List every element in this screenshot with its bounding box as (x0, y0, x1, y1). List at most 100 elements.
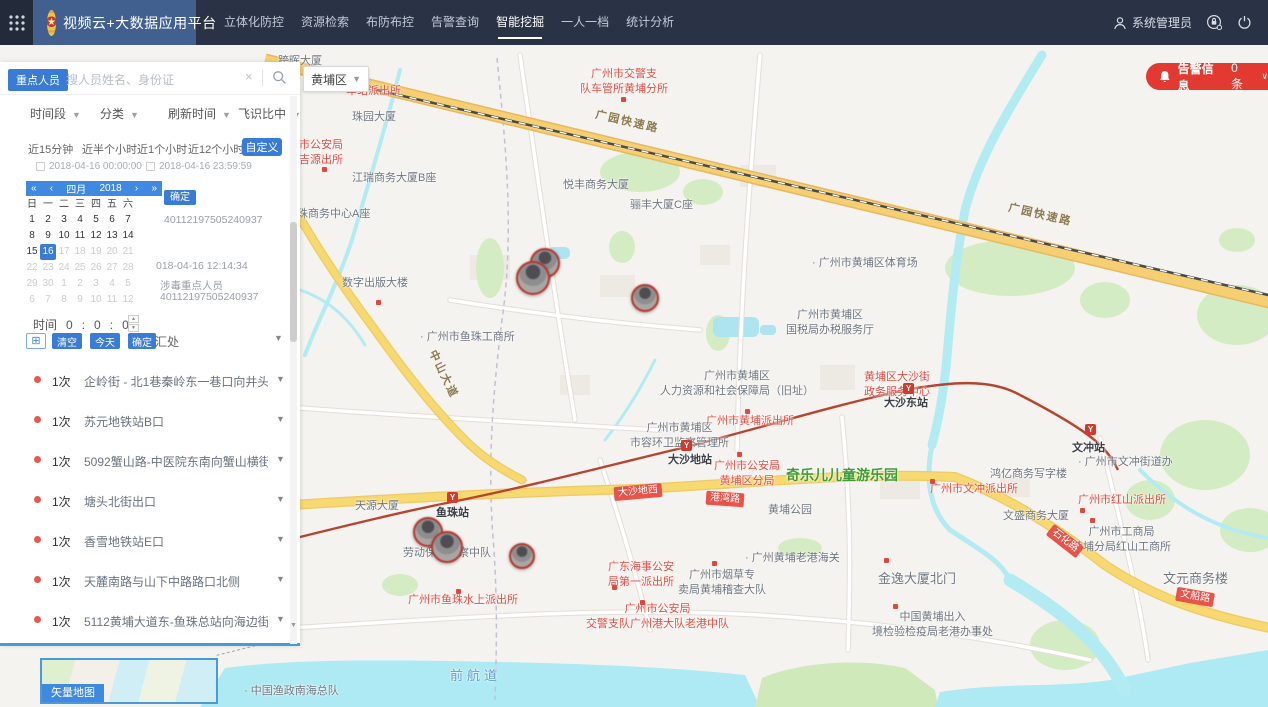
quick-range-0[interactable]: 近15分钟 (28, 141, 73, 157)
next-month-icon[interactable]: › (135, 183, 138, 194)
user-menu[interactable]: 系统管理员 (1113, 14, 1192, 31)
quick-range-1[interactable]: 近半个小时 (82, 141, 137, 157)
step-down-icon[interactable]: ▼ (128, 324, 139, 332)
list-item[interactable]: 1次塘头北街出口▼ (0, 480, 288, 520)
scrollbar-arrow-icon[interactable]: ▼ (290, 622, 297, 629)
apps-grid-icon[interactable] (0, 0, 33, 45)
calendar-day[interactable]: 16 (40, 244, 56, 260)
nav-item-一人一档[interactable]: 一人一档 (561, 0, 609, 45)
list-item[interactable]: 1次香雪地铁站E口▼ (0, 520, 288, 560)
clear-icon[interactable]: × (245, 69, 253, 84)
calendar-day[interactable]: 15 (24, 244, 40, 260)
nav-item-布防布控[interactable]: 布防布控 (366, 0, 414, 45)
power-icon[interactable] (1237, 15, 1252, 30)
chevron-down-icon[interactable]: ▼ (276, 614, 285, 624)
calendar-day[interactable]: 7 (120, 212, 136, 228)
calendar-day[interactable]: 11 (104, 292, 120, 308)
chevron-down-icon[interactable]: ▼ (274, 333, 283, 343)
calendar-day[interactable]: 6 (104, 212, 120, 228)
search-input[interactable]: 搜人员姓名、身份证 (66, 71, 174, 88)
calendar-day[interactable]: 4 (72, 212, 88, 228)
clear-button[interactable]: 清空 (52, 333, 82, 349)
custom-range-button[interactable]: 自定义 (242, 138, 282, 156)
calendar-day[interactable]: 26 (88, 260, 104, 276)
calendar-day[interactable]: 22 (24, 260, 40, 276)
calendar-day[interactable]: 1 (24, 212, 40, 228)
search-icon[interactable] (272, 70, 287, 85)
chevron-down-icon[interactable]: ▼ (276, 454, 285, 464)
calendar-day[interactable]: 8 (24, 228, 40, 244)
calendar-day[interactable]: 17 (56, 244, 72, 260)
alarm-info-pill[interactable]: 告警信息 0 条 ∨ (1146, 63, 1268, 90)
calendar-day[interactable]: 4 (104, 276, 120, 292)
lock-settings-icon[interactable] (1206, 14, 1223, 31)
calendar-day[interactable]: 29 (24, 276, 40, 292)
confirm-button[interactable]: 确定 (128, 333, 156, 349)
list-item[interactable]: 1次天麓南路与山下中路路口北侧▼ (0, 560, 288, 600)
calendar-day[interactable]: 30 (40, 276, 56, 292)
step-up-icon[interactable]: ▲ (128, 315, 139, 323)
time-minutes[interactable]: 0 (94, 318, 101, 332)
calendar-day[interactable]: 12 (88, 228, 104, 244)
today-button[interactable]: 今天 (90, 333, 120, 349)
calendar-day[interactable]: 9 (40, 228, 56, 244)
list-item[interactable]: 1次苏元地铁站B口▼ (0, 400, 288, 440)
calendar-day[interactable]: 21 (120, 244, 136, 260)
calendar-day[interactable]: 6 (24, 292, 40, 308)
person-capture-marker[interactable] (631, 284, 659, 312)
calendar-day[interactable]: 8 (56, 292, 72, 308)
calendar-day[interactable]: 2 (72, 276, 88, 292)
calendar-day[interactable]: 20 (104, 244, 120, 260)
calendar-day[interactable]: 12 (120, 292, 136, 308)
nav-item-资源检索[interactable]: 资源检索 (301, 0, 349, 45)
scrollbar-track[interactable] (290, 96, 297, 644)
date-from[interactable]: 2018-04-16 00:00:00 (36, 161, 142, 172)
calendar-day[interactable]: 11 (72, 228, 88, 244)
nav-item-统计分析[interactable]: 统计分析 (626, 0, 674, 45)
minimap[interactable]: 矢量地图 (40, 658, 218, 704)
calendar-day[interactable]: 9 (72, 292, 88, 308)
calendar-day[interactable]: 10 (88, 292, 104, 308)
filter-时间段[interactable]: 时间段▼ (30, 105, 81, 122)
key-person-tag[interactable]: 重点人员 (8, 69, 68, 91)
calendar-day[interactable]: 25 (72, 260, 88, 276)
calendar-day[interactable]: 5 (88, 212, 104, 228)
calendar-day[interactable]: 19 (88, 244, 104, 260)
calendar-day[interactable]: 27 (104, 260, 120, 276)
calendar-day[interactable]: 13 (104, 228, 120, 244)
filter-分类[interactable]: 分类▼ (100, 105, 139, 122)
nav-item-智能挖掘[interactable]: 智能挖掘 (496, 0, 544, 45)
quick-range-3[interactable]: 近12个小时 (188, 141, 244, 157)
time-hours[interactable]: 0 (66, 318, 73, 332)
quick-range-2[interactable]: 近1个小时 (137, 141, 187, 157)
calendar-day[interactable]: 5 (120, 276, 136, 292)
chevron-down-icon[interactable]: ▼ (276, 574, 285, 584)
calendar-day[interactable]: 14 (120, 228, 136, 244)
prev-year-icon[interactable]: « (31, 183, 37, 194)
list-item[interactable]: 1次5092蟹山路-中医院东南向蟹山横街▼ (0, 440, 288, 480)
calendar-day[interactable]: 3 (56, 212, 72, 228)
filter-刷新时间[interactable]: 刷新时间▼ (168, 105, 231, 122)
calendar-day[interactable]: 10 (56, 228, 72, 244)
chevron-down-icon[interactable]: ▼ (276, 414, 285, 424)
person-capture-marker[interactable] (431, 531, 463, 563)
next-year-icon[interactable]: » (151, 183, 157, 194)
nav-item-立体化防控[interactable]: 立体化防控 (224, 0, 284, 45)
calendar-day[interactable]: 2 (40, 212, 56, 228)
district-dropdown[interactable]: 黄埔区 ▼ (303, 66, 369, 92)
calendar-day[interactable]: 18 (72, 244, 88, 260)
calendar-year[interactable]: 2018 (99, 183, 121, 194)
list-item[interactable]: 1次企岭街 - 北1巷秦岭东一巷口向井头▼ (0, 360, 288, 400)
calendar-day[interactable]: 23 (40, 260, 56, 276)
person-capture-marker[interactable] (516, 261, 550, 295)
person-capture-marker[interactable] (509, 543, 535, 569)
minimap-mode-label[interactable]: 矢量地图 (42, 684, 104, 702)
checkbox-icon[interactable] (36, 162, 45, 171)
prev-month-icon[interactable]: ‹ (50, 183, 53, 194)
calendar-day[interactable]: 24 (56, 260, 72, 276)
list-item[interactable]: 1次5112黄埔大道东-鱼珠总站向海边街（全）▼ (0, 600, 288, 640)
checkbox-icon[interactable] (146, 162, 155, 171)
calendar-confirm-button[interactable]: 确定 (164, 190, 196, 205)
date-to[interactable]: 2018-04-16 23:59:59 (146, 161, 252, 172)
chevron-down-icon[interactable]: ▼ (276, 494, 285, 504)
